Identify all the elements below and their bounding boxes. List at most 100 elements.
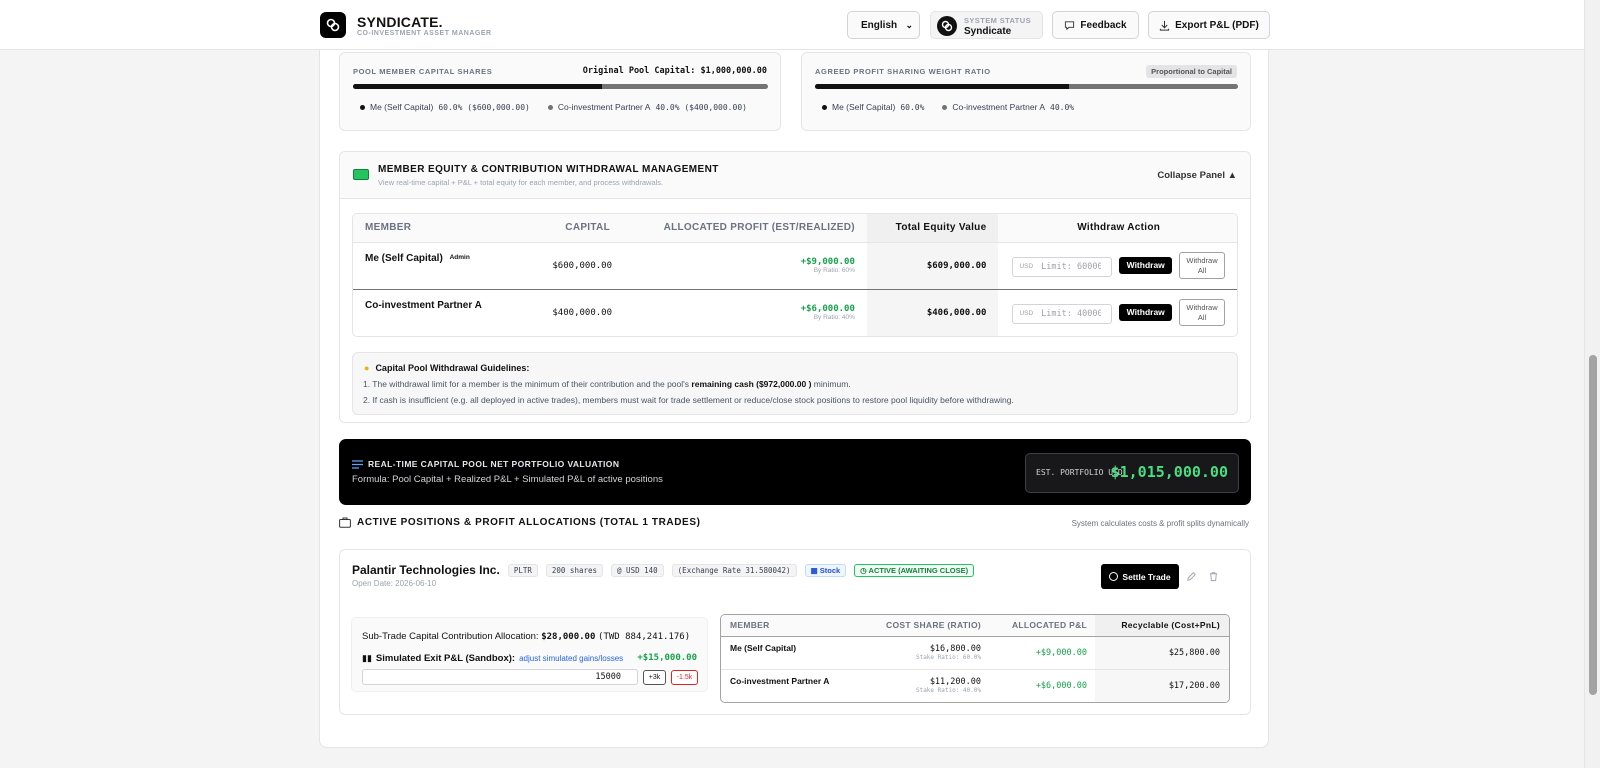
allocation-value: $28,000.00 (541, 632, 596, 642)
valuation-formula: Formula: Pool Capital + Realized P&L + S… (352, 474, 663, 485)
sim-input[interactable]: 15000 (362, 669, 638, 685)
allocation-label: Sub-Trade Capital Contribution Allocatio… (362, 631, 539, 642)
allocated-pnl: +$9,000.00 (981, 636, 1095, 670)
feedback-label: Feedback (1080, 19, 1127, 31)
table-row: Me (Self Capital) Admin $600,000.00 +$9,… (353, 242, 1237, 290)
withdraw-button[interactable]: Withdraw (1119, 256, 1173, 274)
list-icon (352, 459, 363, 469)
capital-share-legend: Me (Self Capital) 60.0% ($600,000.00) Co-… (360, 102, 747, 112)
status-label: SYSTEM STATUS (964, 16, 1032, 25)
member-name: Me (Self Capital) (721, 636, 851, 670)
price-tag: @ USD 140 (611, 563, 664, 577)
withdraw-all-button[interactable]: Withdraw All (1179, 299, 1225, 327)
legend-item: Me (Self Capital) 60.0% ($600,000.00) (360, 102, 530, 112)
page-scrollbar[interactable] (1584, 0, 1600, 768)
status-value: Syndicate (964, 26, 1012, 37)
guideline-1: 1. The withdrawal limit for a member is … (363, 379, 851, 389)
trash-icon[interactable] (1208, 571, 1219, 582)
member-name: Me (Self Capital) (365, 252, 443, 264)
chart-icon: ▦ (810, 565, 820, 575)
valuation-title: REAL-TIME CAPITAL POOL NET PORTFOLIO VAL… (368, 459, 620, 469)
fx-tag: (Exchange Rate 31.580042) (671, 563, 797, 577)
allocated-profit: +$9,000.00 (800, 257, 855, 267)
open-date: Open Date: 2026-06-10 (352, 579, 437, 588)
scrollbar-thumb[interactable] (1589, 355, 1597, 695)
plus-3k-button[interactable]: +3k (643, 670, 666, 685)
member-name: Co-investment Partner A (730, 675, 830, 686)
capital-shares-title: POOL MEMBER CAPITAL SHARES (353, 67, 493, 76)
column-header: ALLOCATED P&L (981, 615, 1095, 637)
capital-share-bar (353, 84, 768, 89)
settle-trade-button[interactable]: Settle Trade (1101, 564, 1179, 589)
ticker-tag: PLTR (507, 563, 538, 577)
profit-ratio-card: AGREED PROFIT SHARING WEIGHT RATIO Propo… (801, 52, 1251, 131)
stake-ratio: Stake Ratio: 60.0% (915, 654, 981, 661)
currency-label: USD (1019, 310, 1034, 318)
profit-ratio-title: AGREED PROFIT SHARING WEIGHT RATIO (815, 67, 991, 76)
clock-icon: ◷ (860, 565, 869, 575)
capital-cell: $400,000.00 (552, 307, 612, 318)
check-circle-icon (1109, 572, 1119, 581)
equity-table: MEMBER CAPITAL ALLOCATED PROFIT (EST/REA… (352, 213, 1238, 337)
column-header: CAPITAL (507, 214, 612, 243)
profit-ratio-bar (815, 84, 1238, 89)
trade-name: Palantir Technologies Inc. (352, 563, 500, 577)
shares-tag: 200 shares (545, 563, 604, 577)
total-equity: $406,000.00 (866, 289, 999, 336)
briefcase-icon (339, 517, 351, 528)
original-pool-capital: Original Pool Capital: $1,000,000.00 (582, 66, 767, 76)
export-pdf-button[interactable]: Export P&L (PDF) (1148, 11, 1270, 39)
allocation-table: MEMBER COST SHARE (RATIO) ALLOCATED P&L … (720, 614, 1230, 703)
positions-hint: System calculates costs & profit splits … (1071, 519, 1249, 528)
feedback-button[interactable]: Feedback (1052, 11, 1139, 39)
withdrawal-guidelines: ● Capital Pool Withdrawal Guidelines: 1.… (352, 352, 1238, 415)
portfolio-value: $1,015,000.00 (1110, 463, 1228, 481)
column-header: MEMBER (721, 615, 851, 637)
app-name: SYNDICATE. (357, 14, 443, 30)
portfolio-value-box: EST. PORTFOLIO USD $1,015,000.00 (1025, 453, 1239, 493)
collapse-panel-button[interactable]: Collapse Panel ▲ (1157, 170, 1237, 181)
top-bar: SYNDICATE. CO-INVESTMENT ASSET MANAGER E… (0, 0, 1584, 50)
currency-label: USD (1019, 263, 1034, 271)
main-panel: POOL MEMBER CAPITAL SHARES Original Pool… (319, 50, 1269, 748)
column-header: Withdraw Action (998, 214, 1237, 243)
column-header: ALLOCATED PROFIT (EST/REALIZED) (612, 214, 867, 243)
guideline-2: 2. If cash is insufficient (e.g. all dep… (363, 395, 1014, 405)
withdraw-placeholder: Limit: 60000 (1041, 261, 1102, 272)
lightbulb-icon: ● (364, 363, 370, 373)
withdraw-button[interactable]: Withdraw (1119, 303, 1173, 321)
money-icon (353, 169, 369, 180)
total-equity: $609,000.00 (866, 242, 999, 290)
legend-dot (822, 104, 827, 110)
adjust-sim-link[interactable]: adjust simulated gains/losses (519, 654, 623, 663)
sim-value: +$15,000.00 (637, 653, 697, 663)
member-name: Co-investment Partner A (365, 299, 482, 311)
allocated-pnl: +$6,000.00 (1035, 680, 1087, 691)
table-header-row: MEMBER COST SHARE (RATIO) ALLOCATED P&L … (721, 615, 1229, 637)
cost-share: $11,200.00 (929, 677, 981, 688)
withdraw-amount-input[interactable]: USD Limit: 60000 (1012, 256, 1113, 277)
minus-1-5k-button[interactable]: -1.5k (671, 670, 698, 685)
status-badge: ◷ ACTIVE (AWAITING CLOSE) (854, 563, 975, 577)
withdraw-all-button[interactable]: Withdraw All (1179, 252, 1225, 279)
system-status: SYSTEM STATUS Syndicate (930, 11, 1043, 39)
legend-dot (360, 104, 365, 110)
capital-shares-card: POOL MEMBER CAPITAL SHARES Original Pool… (339, 52, 781, 131)
allocated-profit: +$6,000.00 (800, 304, 855, 315)
language-value: English (861, 19, 898, 31)
legend-dot (942, 104, 948, 110)
profit-ratio-note: By Ratio: 60% (813, 267, 855, 274)
withdraw-amount-input[interactable]: USD Limit: 40000 (1012, 303, 1113, 324)
position-card: Palantir Technologies Inc. PLTR 200 shar… (339, 549, 1251, 715)
table-row: Me (Self Capital) $16,800.00 Stake Ratio… (721, 636, 1229, 670)
language-select[interactable]: English ⌄ (847, 11, 920, 39)
edit-icon[interactable] (1186, 571, 1197, 582)
column-header: Recyclable (Cost+PnL) (1095, 615, 1229, 637)
table-header-row: MEMBER CAPITAL ALLOCATED PROFIT (EST/REA… (353, 214, 1237, 243)
table-row: Co-investment Partner A $400,000.00 +$6,… (353, 289, 1237, 336)
valuation-banner: REAL-TIME CAPITAL POOL NET PORTFOLIO VAL… (339, 439, 1251, 505)
column-header: COST SHARE (RATIO) (851, 615, 981, 637)
equity-panel-subtitle: View real-time capital + P&L + total equ… (378, 178, 664, 187)
chevron-down-icon: ⌄ (905, 20, 913, 30)
proportional-badge: Proportional to Capital (1146, 65, 1237, 78)
